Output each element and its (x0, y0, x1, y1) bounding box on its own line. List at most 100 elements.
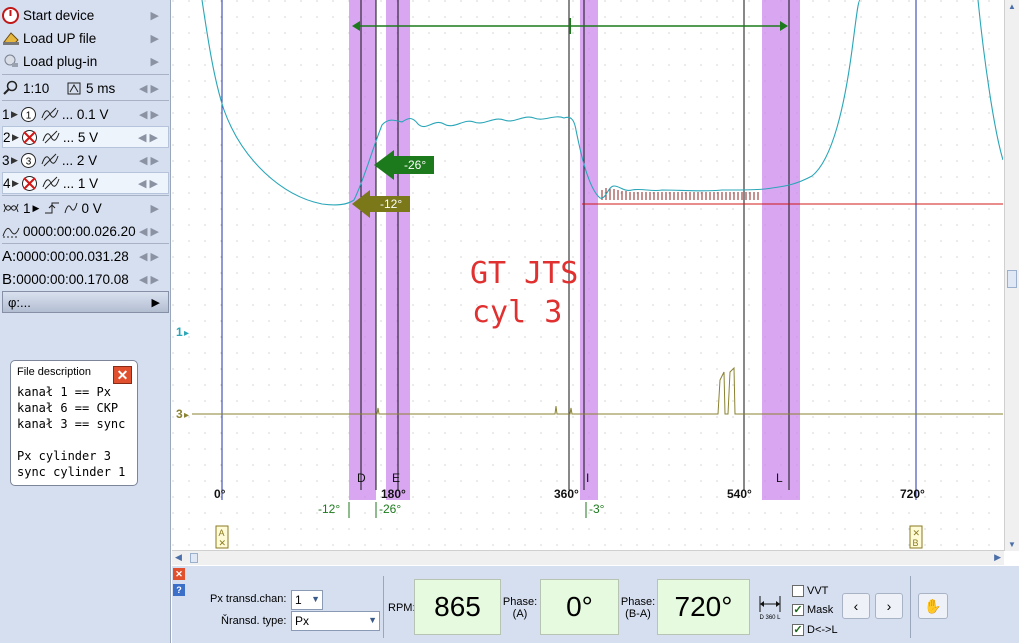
close-panel-icon[interactable]: ✕ (173, 568, 185, 580)
vvt-checkbox-box[interactable] (792, 585, 804, 597)
arrow-label-olive: -12° (380, 197, 402, 211)
plot-canvas[interactable]: 1 ▸ 3 ▸ -26° -12° GT JTS cyl 3 D E I L 0… (172, 0, 1003, 550)
adjust-arrows-icon[interactable]: ◀ ▶ (138, 131, 158, 144)
mask-checkbox-box[interactable]: ✓ (792, 604, 804, 616)
px-transd-chan-select[interactable]: 1 ▼ (291, 590, 323, 610)
previous-button[interactable]: ‹ (842, 593, 870, 619)
pretrigger-value: 0000:00:00.026.20 (23, 223, 136, 239)
trigger-row[interactable]: 1 ▶ 0 V ▶ (2, 197, 169, 219)
d360-toggle[interactable]: D 360 L (757, 594, 783, 622)
trigger-level-icon[interactable] (64, 200, 78, 216)
cursor-a-handle-label: A (219, 528, 225, 538)
cursor-a-row[interactable]: A: 0000:00:00.031.28 ◀ ▶ (2, 245, 169, 267)
phase-ba-sub-text: (B-A) (625, 608, 651, 620)
marker-i: I (586, 471, 589, 485)
close-icon[interactable]: ✕ (113, 366, 132, 384)
waveform-icon[interactable] (42, 129, 60, 145)
scroll-down-icon[interactable]: ▼ (1008, 540, 1016, 549)
scroll-right-icon[interactable]: ▶ (994, 552, 1001, 563)
triangle-right-icon: ▶ (151, 296, 160, 309)
cursor-a-handle[interactable]: A ✕ (215, 525, 229, 549)
chevron-right-icon: ▶ (150, 32, 159, 45)
chevron-right-icon: ▶ (150, 9, 159, 22)
description-line: kanał 3 == sync (17, 417, 126, 431)
phi-button[interactable]: φ:... ▶ (2, 291, 169, 313)
start-device-label: Start device (23, 7, 95, 23)
cursor-b-row[interactable]: B: 0000:00:00.170.08 ◀ ▶ (2, 268, 169, 290)
waveform-icon[interactable] (41, 106, 59, 122)
offset-label: -26° (379, 502, 401, 516)
left-right-arrows-icon[interactable]: ◀ ▶ (139, 273, 159, 286)
channel-enabled-icon[interactable]: 3 (20, 152, 38, 168)
rising-edge-icon[interactable] (43, 200, 61, 216)
deg-label: 180° (381, 487, 406, 501)
load-up-file-button[interactable]: Load UP file ▶ (2, 27, 169, 49)
vertical-scrollbar[interactable]: ▲ ▼ (1004, 0, 1019, 551)
load-file-icon (2, 30, 20, 46)
vvt-checkbox[interactable]: VVT (792, 585, 828, 597)
cursor-b-time: 0000:00:00.170.08 (16, 271, 129, 287)
pan-hand-button[interactable]: ✋ (918, 593, 948, 619)
channel-row-4[interactable]: 4 ▶ ... 1 V ◀ ▶ (2, 172, 169, 194)
cursor-b-label: B: (2, 270, 17, 288)
transd-type-select[interactable]: Px ▼ (291, 611, 380, 631)
play-icon: ▶ (32, 202, 40, 213)
start-device-button[interactable]: Start device ▶ (2, 4, 169, 26)
rpm-label: RPM: (388, 602, 416, 614)
divider (910, 576, 911, 638)
oscilloscope-plot[interactable]: 1 ▸ 3 ▸ -26° -12° GT JTS cyl 3 D E I L 0… (172, 0, 1003, 550)
channel-row-3[interactable]: 3 ▶ 3 ... 2 V ◀ ▶ (2, 149, 169, 171)
chevron-down-icon: ▼ (311, 594, 320, 604)
adjust-arrows-icon[interactable]: ◀ ▶ (138, 177, 158, 190)
bottom-panel: ✕ ? Px transd.chan: 1 ▼ Ňransd. type: Px… (172, 566, 1019, 643)
deg-label: 360° (554, 487, 579, 501)
scroll-left-icon[interactable]: ◀ (175, 552, 182, 563)
vvt-label: VVT (807, 585, 829, 597)
timebase-value: 5 ms (86, 80, 116, 96)
zoom-icon (2, 80, 20, 96)
channel-row-2[interactable]: 2 ▶ ... 5 V ◀ ▶ (2, 126, 169, 148)
adjust-arrows-icon[interactable]: ◀ ▶ (139, 108, 159, 121)
channel-disabled-icon[interactable] (21, 175, 39, 191)
divider (2, 100, 169, 101)
cursor-b-handle[interactable]: ✕ B (909, 525, 923, 549)
channel-1-marker[interactable]: 1 (176, 325, 183, 339)
channel-disabled-icon[interactable] (21, 129, 39, 145)
channel-enabled-icon[interactable]: 1 (20, 106, 38, 122)
file-description-panel: File description ✕ kanał 1 == Px kanał 6… (10, 360, 138, 486)
waveform-icon[interactable] (42, 175, 60, 191)
left-right-arrows-icon[interactable]: ◀ ▶ (139, 250, 159, 263)
channel-row-1[interactable]: 1 ▶ 1 ... 0.1 V ◀ ▶ (2, 103, 169, 125)
divider (2, 243, 169, 244)
dl-checkbox[interactable]: ✓ D<->L (792, 624, 838, 636)
mask-checkbox[interactable]: ✓ Mask (792, 604, 833, 616)
help-icon[interactable]: ? (173, 584, 185, 596)
channel-range: ... 5 V (62, 129, 99, 145)
scroll-up-icon[interactable]: ▲ (1008, 2, 1016, 11)
description-line: Px cylinder 3 (17, 449, 111, 463)
pretrigger-row[interactable]: 0000:00:00.026.20 ◀ ▶ (2, 220, 169, 242)
horizontal-scroll-thumb[interactable] (190, 553, 198, 563)
adjust-arrows-icon[interactable]: ◀ ▶ (139, 154, 159, 167)
load-plugin-label: Load plug-in (23, 53, 98, 69)
description-line (17, 432, 131, 448)
next-button[interactable]: › (875, 593, 903, 619)
deg-label: 540° (727, 487, 752, 501)
left-right-arrows-icon[interactable]: ◀ ▶ (139, 225, 159, 238)
transd-type-value: Px (295, 614, 310, 628)
deg-label: 720° (900, 487, 925, 501)
left-right-arrows-icon[interactable]: ◀ ▶ (139, 82, 159, 95)
channel-3-marker[interactable]: 3 (176, 407, 183, 421)
waveform-icon[interactable] (41, 152, 59, 168)
play-icon: ▶ (12, 177, 19, 188)
mask-label: Mask (807, 604, 834, 616)
horizontal-scrollbar[interactable]: ◀ ▶ (172, 550, 1004, 565)
power-icon (2, 7, 20, 24)
vertical-scroll-thumb[interactable] (1007, 270, 1017, 288)
trigger-icon (2, 200, 20, 216)
description-line: kanał 1 == Px (17, 385, 111, 399)
zoom-row[interactable]: 1:10 5 ms ◀ ▶ (2, 77, 169, 99)
dl-checkbox-box[interactable]: ✓ (792, 624, 804, 636)
marker-l: L (776, 471, 783, 485)
load-plugin-button[interactable]: Load plug-in ▶ (2, 50, 169, 72)
